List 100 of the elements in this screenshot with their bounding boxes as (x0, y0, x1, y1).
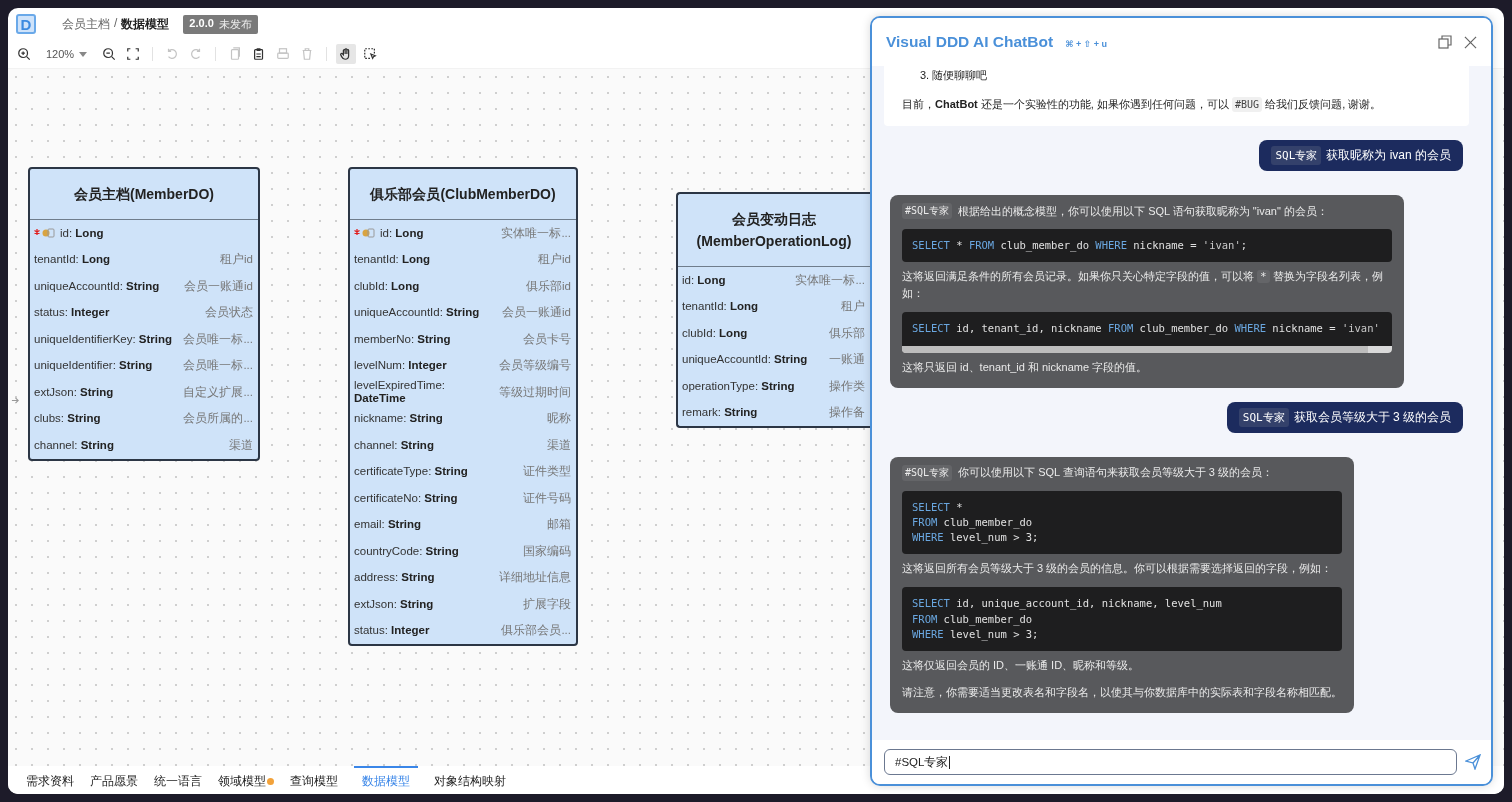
field-name: remark: String (682, 406, 758, 420)
field-description: 等级过期时间 (499, 384, 571, 400)
field-description: 证件号码 (523, 490, 571, 506)
field-name: uniqueIdentifierKey: String (34, 332, 173, 346)
field-description: 操作类 (829, 378, 865, 394)
field-description: 渠道 (547, 437, 571, 453)
send-icon[interactable] (1465, 754, 1481, 770)
field-description: 会员一账通id (502, 305, 571, 321)
field-name: uniqueAccountId: String (682, 353, 808, 367)
field-description: 俱乐部id (526, 278, 571, 294)
message-text: 获取昵称为 ivan 的会员 (1326, 147, 1451, 164)
app-logo: D (16, 14, 36, 34)
field-name: tenantId: Long (34, 253, 111, 267)
field-description: 俱乐部会员... (501, 623, 571, 639)
field-description: 租户id (538, 252, 571, 268)
field-name: nickname: String (354, 412, 443, 426)
field-name: levelExpiredTime: DateTime (354, 379, 446, 406)
field-description: 实体唯一标... (795, 272, 865, 288)
code-line: SELECT * (912, 499, 964, 515)
field-description: 详细地址信息 (499, 570, 571, 586)
field-description: 俱乐部 (829, 325, 865, 341)
bottom-tab[interactable]: 需求资料 (18, 766, 82, 794)
field-description: 会员一账通id (184, 278, 253, 294)
chat-input[interactable]: #SQL专家 (884, 749, 1457, 775)
field-description: 会员卡号 (523, 331, 571, 347)
field-name: id: Long (60, 226, 104, 240)
entity-table[interactable] (348, 167, 578, 646)
zoom-out-icon (102, 47, 117, 61)
field-name: clubId: Long (354, 279, 420, 293)
field-name: extJson: String (34, 385, 114, 399)
field-description: 证件类型 (523, 464, 571, 480)
field-description: 自定义扩展... (183, 384, 253, 400)
message-paragraph: 请注意，你需要适当更改表名和字段名，以使其与你数据库中的实际表和字段名称相匹配。 (902, 685, 1342, 700)
message-text: 获取会员等级大于 3 级的会员 (1293, 408, 1451, 426)
field-name: uniqueIdentifier: String (34, 359, 153, 373)
fullscreen-icon (126, 47, 141, 61)
zoom-dropdown[interactable]: 120% (38, 48, 96, 60)
code-line: FROM club_member_do (912, 514, 1034, 530)
field-name: email: String (354, 518, 422, 532)
table-title: 会员主档(MemberDO) (74, 184, 214, 204)
code-line: WHERE level_num > 3; (912, 626, 1040, 642)
bottom-tab[interactable]: 领域模型 (210, 766, 282, 794)
field-name: address: String (354, 571, 435, 585)
code-line: SELECT * FROM club_member_do WHERE nickname = 'ivan'; (912, 238, 1249, 254)
field-description: 昵称 (547, 411, 571, 427)
undo-icon (165, 47, 180, 61)
field-name: channel: String (354, 438, 434, 452)
bottom-tab[interactable]: 数据模型 (354, 766, 418, 794)
field-name: operationType: String (682, 379, 795, 393)
keyboard-shortcut: ⌘ + ⇧ + u (1065, 39, 1107, 49)
message-text: 你可以使用以下 SQL 查询语句来获取会员等级大于 3 级的会员： (958, 465, 1274, 481)
breadcrumb-item[interactable]: 会员主档 (62, 15, 110, 33)
field-name: clubId: Long (682, 326, 748, 340)
message-paragraph: 这将只返回 id、tenant_id 和 nickname 字段的值。 (902, 359, 1149, 375)
field-name: id: Long (682, 273, 726, 287)
field-name: tenantId: Long (682, 300, 759, 314)
field-description: 国家编码 (523, 543, 571, 559)
bottom-tab[interactable]: 统一语言 (146, 766, 210, 794)
bottom-tab[interactable]: 产品愿景 (82, 766, 146, 794)
horizontal-scrollbar[interactable] (902, 345, 1392, 353)
field-name: certificateType: String (354, 465, 468, 479)
zoom-in-icon (17, 47, 31, 61)
field-description: 会员状态 (205, 305, 253, 321)
restore-icon[interactable] (1438, 35, 1452, 49)
close-icon[interactable] (1464, 35, 1477, 49)
bottom-tab[interactable]: 查询模型 (282, 766, 346, 794)
field-description: 实体唯一标... (501, 225, 571, 241)
expand-arrow-icon[interactable] (11, 396, 20, 405)
field-description: 渠道 (229, 437, 253, 453)
breadcrumb-item[interactable]: 数据模型 (121, 15, 170, 33)
tag-chip: #SQL专家 (902, 203, 953, 219)
copy-icon (228, 47, 243, 61)
field-description: 会员唯一标... (183, 358, 253, 374)
field-description: 操作备 (829, 405, 865, 421)
entity-table[interactable]: 会员变动日志(MemberOperationLog) id: Long 实体唯一标... tenantId: Long 租户 clubId: Long 俱乐部 uniqueAccountId: String 一账通 operationType: String 操作类 remark: String 操作备 (676, 192, 870, 428)
tag-chip: SQL专家 (1238, 407, 1289, 427)
field-description: 会员所属的... (183, 411, 253, 427)
code-line: FROM club_member_do (912, 611, 1034, 627)
field-description: 租户 (841, 299, 865, 315)
field-name: certificateNo: String (354, 491, 458, 505)
field-name: status: Integer (34, 306, 110, 320)
field-description: 会员唯一标... (183, 331, 253, 347)
field-name: uniqueAccountId: String (34, 279, 160, 293)
breadcrumb-item[interactable]: / (114, 15, 118, 33)
hand-tool-button[interactable] (336, 44, 357, 64)
field-name: countryCode: String (354, 544, 459, 558)
message-paragraph: 这将仅返回会员的 ID、一账通 ID、昵称和等级。 (902, 657, 1141, 673)
bottom-tab[interactable]: 对象结构映射 (426, 766, 514, 794)
field-name: clubs: String (34, 412, 101, 426)
version-number: 2.0.0 (189, 16, 214, 31)
code-line: SELECT id, unique_account_id, nickname, level_num (912, 596, 1223, 612)
welcome-text: 目前，ChatBot 还是一个实验性的功能, 如果你遇到任何问题，可以 #BUG 给我们反馈问题, 谢谢。 (902, 97, 1383, 112)
field-name: uniqueAccountId: String (354, 306, 480, 320)
table-title: 俱乐部会员(ClubMemberDO) (370, 184, 556, 204)
field-description: 租户id (220, 252, 253, 268)
tag-chip: #SQL专家 (902, 464, 953, 481)
field-description: 一账通 (829, 352, 865, 368)
caret-icon (79, 51, 88, 57)
entity-table[interactable] (28, 167, 260, 461)
tag-chip: SQL专家 (1271, 146, 1322, 165)
